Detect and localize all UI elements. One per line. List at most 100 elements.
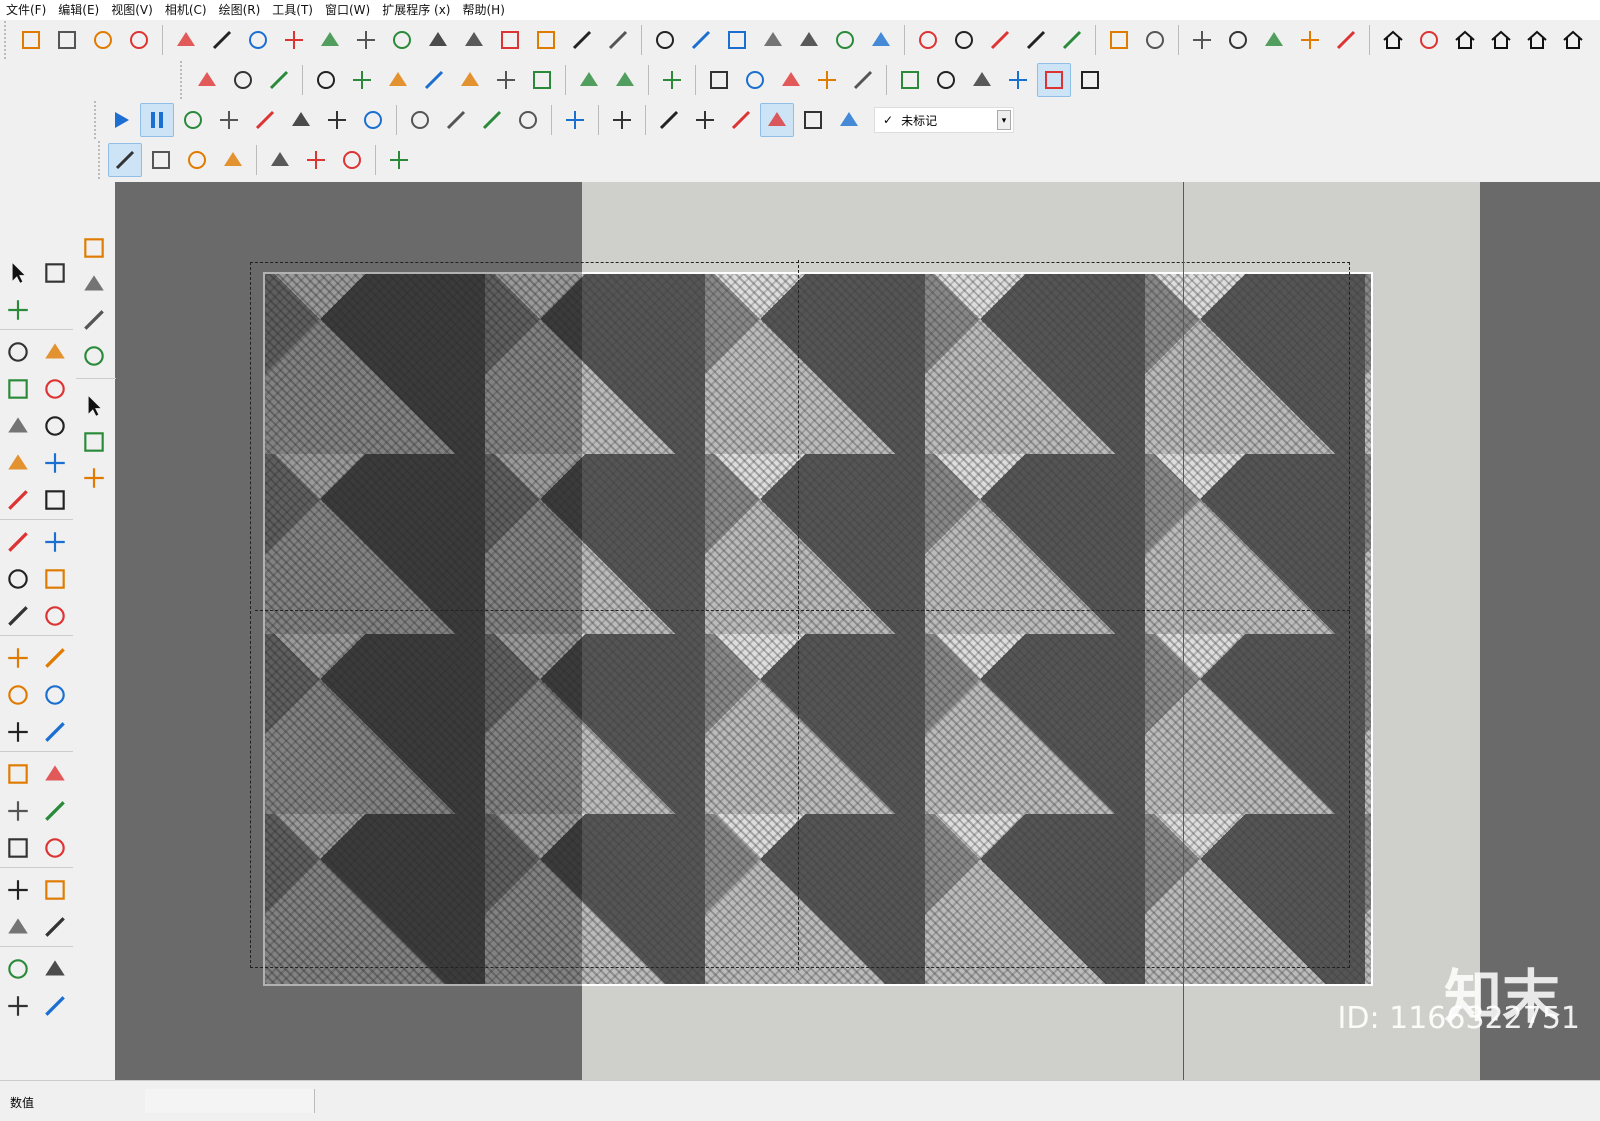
scale-face-icon[interactable]: [572, 63, 606, 97]
group-e-icon[interactable]: [810, 63, 844, 97]
bezier-icon[interactable]: [313, 23, 347, 57]
cut-wall-icon[interactable]: [792, 23, 826, 57]
pan-icon[interactable]: [37, 756, 73, 792]
hide-icon[interactable]: [558, 103, 592, 137]
house-roof-icon[interactable]: [1556, 23, 1590, 57]
paint-bucket-icon[interactable]: [37, 714, 73, 750]
rectangle-icon[interactable]: [0, 371, 36, 407]
cube-down-icon[interactable]: [832, 103, 866, 137]
orbit-icon[interactable]: [652, 103, 686, 137]
rectangle-icon[interactable]: [511, 103, 545, 137]
group-b-icon[interactable]: [702, 63, 736, 97]
line-icon[interactable]: [475, 103, 509, 137]
group-f-icon[interactable]: [846, 63, 880, 97]
house-flat-icon[interactable]: [1484, 23, 1518, 57]
door-icon[interactable]: [983, 23, 1017, 57]
timer-icon[interactable]: [760, 103, 794, 137]
previous-view-icon[interactable]: [37, 830, 73, 866]
sweep-icon[interactable]: [525, 63, 559, 97]
tiles-icon[interactable]: [493, 23, 527, 57]
ramp-icon[interactable]: [86, 23, 120, 57]
curve-arrow-icon[interactable]: [241, 23, 275, 57]
select-icon[interactable]: [76, 388, 112, 424]
cloud-network-icon[interactable]: [144, 143, 178, 177]
rotated-rect-icon[interactable]: [37, 371, 73, 407]
pause-icon[interactable]: [140, 103, 174, 137]
film-icon[interactable]: [284, 103, 318, 137]
3d-text-icon[interactable]: [37, 677, 73, 713]
eraser-icon[interactable]: [76, 460, 112, 496]
stack-icon[interactable]: [529, 23, 563, 57]
menu-item[interactable]: 绘图(R): [213, 0, 267, 20]
grid-dots-icon[interactable]: [947, 23, 981, 57]
pie-icon[interactable]: [37, 482, 73, 518]
plugin-b-icon[interactable]: [1138, 23, 1172, 57]
frame-icon[interactable]: [263, 143, 297, 177]
plane-icon[interactable]: [309, 63, 343, 97]
flower-icon[interactable]: [299, 143, 333, 177]
sandbox-c-icon[interactable]: [0, 988, 36, 1024]
box-icon[interactable]: [345, 63, 379, 97]
split-curve-icon[interactable]: [277, 23, 311, 57]
export-icon[interactable]: [76, 266, 112, 302]
gears-icon[interactable]: [76, 338, 112, 374]
3d-viewport[interactable]: 知末 ID: 1166322751: [115, 182, 1600, 1080]
wedge-icon[interactable]: [453, 63, 487, 97]
move-icon[interactable]: [0, 524, 36, 560]
help-icon[interactable]: [356, 103, 390, 137]
cloud-list-icon[interactable]: [216, 143, 250, 177]
push-icon[interactable]: [601, 23, 635, 57]
follow-me-icon[interactable]: [37, 561, 73, 597]
node-icon[interactable]: [385, 23, 419, 57]
mirror-icon[interactable]: [911, 23, 945, 57]
arch-icon[interactable]: [648, 23, 682, 57]
polygon-icon[interactable]: [37, 408, 73, 444]
group-a-icon[interactable]: [655, 63, 689, 97]
compass-icon[interactable]: [1019, 23, 1053, 57]
axes-icon[interactable]: [0, 714, 36, 750]
face-blue-icon[interactable]: [1073, 63, 1107, 97]
move-face-icon[interactable]: [608, 63, 642, 97]
pillars-icon[interactable]: [864, 23, 898, 57]
knife-icon[interactable]: [190, 63, 224, 97]
camera-icon[interactable]: [724, 103, 758, 137]
group-c-icon[interactable]: [738, 63, 772, 97]
point-icon[interactable]: [403, 103, 437, 137]
tape-measure-icon[interactable]: [0, 640, 36, 676]
face-d-icon[interactable]: [1001, 63, 1035, 97]
component-icon[interactable]: [37, 255, 73, 291]
select-icon[interactable]: [0, 255, 36, 291]
settings-icon[interactable]: [248, 103, 282, 137]
weld-icon[interactable]: [457, 23, 491, 57]
menu-item[interactable]: 相机(C): [159, 0, 213, 20]
play-icon[interactable]: [104, 103, 138, 137]
freehand-icon[interactable]: [37, 334, 73, 370]
book-icon[interactable]: [1412, 23, 1446, 57]
plugin-p-icon[interactable]: [605, 103, 639, 137]
circle-icon[interactable]: [0, 408, 36, 444]
chrome-icon[interactable]: [382, 143, 416, 177]
menu-item[interactable]: 窗口(W): [319, 0, 376, 20]
brush-icon[interactable]: [1055, 23, 1089, 57]
arc-3pt-icon[interactable]: [0, 482, 36, 518]
face-c-icon[interactable]: [965, 63, 999, 97]
extrude-icon[interactable]: [381, 63, 415, 97]
measurements-input[interactable]: [145, 1089, 315, 1113]
cloud-upload-icon[interactable]: [1257, 23, 1291, 57]
plugin-a-icon[interactable]: [1102, 23, 1136, 57]
push-pull-icon[interactable]: [37, 524, 73, 560]
house-3d-icon[interactable]: [1376, 23, 1410, 57]
film-delete-icon[interactable]: [320, 103, 354, 137]
checkbox-icon[interactable]: [1221, 23, 1255, 57]
wave-icon[interactable]: [720, 23, 754, 57]
cone-icon[interactable]: [439, 103, 473, 137]
scale-icon[interactable]: [0, 598, 36, 634]
group-d-icon[interactable]: [774, 63, 808, 97]
cloud-check-icon[interactable]: [180, 143, 214, 177]
protractor-icon[interactable]: [0, 677, 36, 713]
walk-icon[interactable]: [0, 909, 36, 945]
folder-export-icon[interactable]: [1185, 23, 1219, 57]
component-icon[interactable]: [76, 424, 112, 460]
zoom-extents-icon[interactable]: [0, 830, 36, 866]
fold-icon[interactable]: [417, 63, 451, 97]
